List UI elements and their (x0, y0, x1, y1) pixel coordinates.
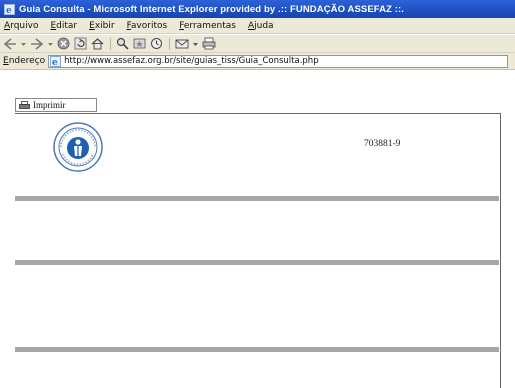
forward-icon[interactable] (30, 37, 44, 51)
document-number: 703881-9 (364, 139, 401, 149)
menu-bar: Arquivo Editar Exibir Favoritos Ferramen… (0, 18, 515, 34)
window-title: Guia Consulta - Microsoft Internet Explo… (19, 3, 405, 15)
page-icon: e (50, 55, 62, 67)
home-icon[interactable] (91, 37, 104, 51)
section-divider (15, 196, 499, 201)
menu-item-editar[interactable]: Editar (50, 21, 77, 31)
stop-icon[interactable] (57, 37, 70, 51)
menu-item-ferramentas[interactable]: Ferramentas (179, 21, 236, 31)
toolbar (0, 35, 515, 53)
history-icon[interactable] (150, 37, 163, 51)
document-border-right (500, 113, 501, 388)
assefaz-logo (52, 121, 104, 173)
print-icon[interactable] (202, 37, 216, 51)
mail-icon[interactable] (175, 37, 189, 51)
mail-dropdown-icon[interactable] (193, 37, 198, 51)
page-content: Imprimir 703881-9 (0, 71, 515, 388)
menu-item-arquivo[interactable]: Arquivo (4, 21, 38, 31)
title-bar: e Guia Consulta - Microsoft Internet Exp… (0, 0, 515, 18)
address-input[interactable]: e http://www.assefaz.org.br/site/guias_t… (48, 54, 509, 68)
svg-text:e: e (52, 58, 58, 67)
section-divider (15, 260, 499, 265)
print-button[interactable]: Imprimir (15, 98, 97, 112)
address-url: http://www.assefaz.org.br/site/guias_tis… (64, 56, 319, 66)
address-label: Endereço (3, 56, 46, 66)
toolbar-separator (169, 37, 170, 50)
printer-icon (19, 100, 30, 110)
search-icon[interactable] (116, 37, 129, 51)
menu-item-ajuda[interactable]: Ajuda (248, 21, 274, 31)
menu-item-favoritos[interactable]: Favoritos (127, 21, 168, 31)
back-dropdown-icon[interactable] (21, 37, 26, 51)
section-divider (15, 347, 499, 352)
print-button-label: Imprimir (33, 100, 66, 110)
svg-text:e: e (6, 6, 12, 15)
refresh-icon[interactable] (74, 37, 87, 51)
forward-dropdown-icon[interactable] (48, 37, 53, 51)
menu-item-exibir[interactable]: Exibir (89, 21, 114, 31)
back-icon[interactable] (3, 37, 17, 51)
address-bar: Endereço e http://www.assefaz.org.br/sit… (0, 53, 515, 70)
document-border-top (15, 113, 501, 114)
favorites-icon[interactable] (133, 37, 146, 51)
internet-explorer-icon: e (4, 3, 15, 15)
toolbar-separator (110, 37, 111, 50)
